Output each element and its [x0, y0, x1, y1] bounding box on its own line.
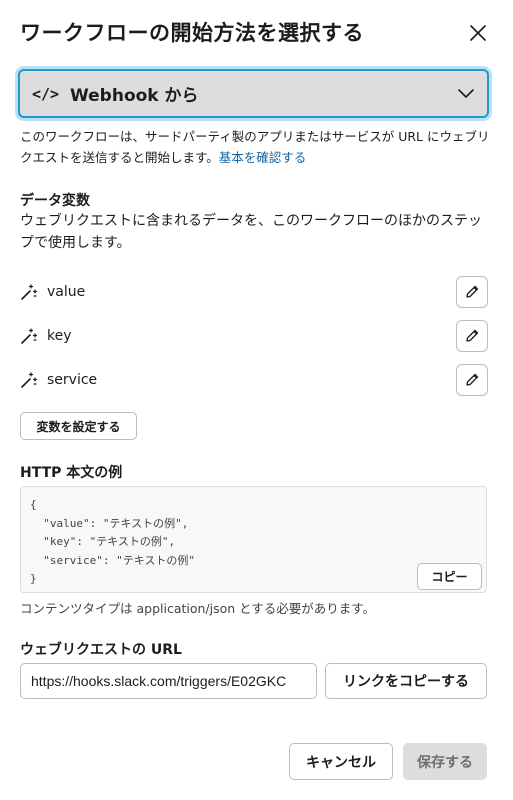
trigger-description: このワークフローは、サードパーティ製のアプリまたはサービスが URL にウェブリ… [20, 126, 490, 168]
copy-link-button[interactable]: リンクをコピーする [325, 663, 487, 699]
pencil-icon [466, 373, 479, 386]
variable-name: key [47, 328, 72, 344]
pencil-icon [466, 329, 479, 342]
cancel-button[interactable]: キャンセル [289, 743, 393, 780]
variable-name: service [47, 372, 98, 388]
webhook-url-field[interactable]: https://hooks.slack.com/triggers/E02GKC [20, 663, 317, 699]
webhook-url-title: ウェブリクエストの URL [20, 642, 182, 658]
save-button[interactable]: 保存する [403, 743, 487, 780]
edit-variable-button[interactable] [456, 320, 488, 352]
variable-row: key [20, 320, 488, 352]
content-type-note: コンテンツタイプは application/json とする必要があります。 [20, 601, 376, 616]
magic-wand-icon [21, 284, 38, 300]
variables-subtitle: ウェブリクエストに含まれるデータを、このワークフローのほかのステップで使用します… [20, 213, 482, 251]
http-body-title: HTTP 本文の例 [20, 465, 123, 481]
set-variables-button[interactable]: 変数を設定する [20, 412, 137, 440]
close-icon[interactable] [469, 24, 487, 42]
magic-wand-icon [21, 372, 38, 388]
trigger-type-label: Webhook から [70, 86, 199, 106]
chevron-down-icon [458, 89, 474, 98]
variable-row: service [20, 364, 488, 396]
magic-wand-icon [21, 328, 38, 344]
copy-body-button[interactable]: コピー [417, 563, 482, 590]
dialog-title: ワークフローの開始方法を選択する [20, 21, 364, 45]
dialog-header: ワークフローの開始方法を選択する [20, 18, 493, 50]
learn-basics-link[interactable]: 基本を確認する [219, 150, 307, 165]
code-icon: </> [32, 84, 60, 103]
pencil-icon [466, 285, 479, 298]
edit-variable-button[interactable] [456, 364, 488, 396]
edit-variable-button[interactable] [456, 276, 488, 308]
variable-name: value [47, 284, 86, 300]
variable-row: value [20, 276, 488, 308]
variables-title: データ変数 [20, 193, 90, 209]
http-body-example: { "value": "テキストの例", "key": "テキストの例", "s… [20, 486, 487, 593]
trigger-type-select[interactable]: </> Webhook から [18, 69, 489, 118]
